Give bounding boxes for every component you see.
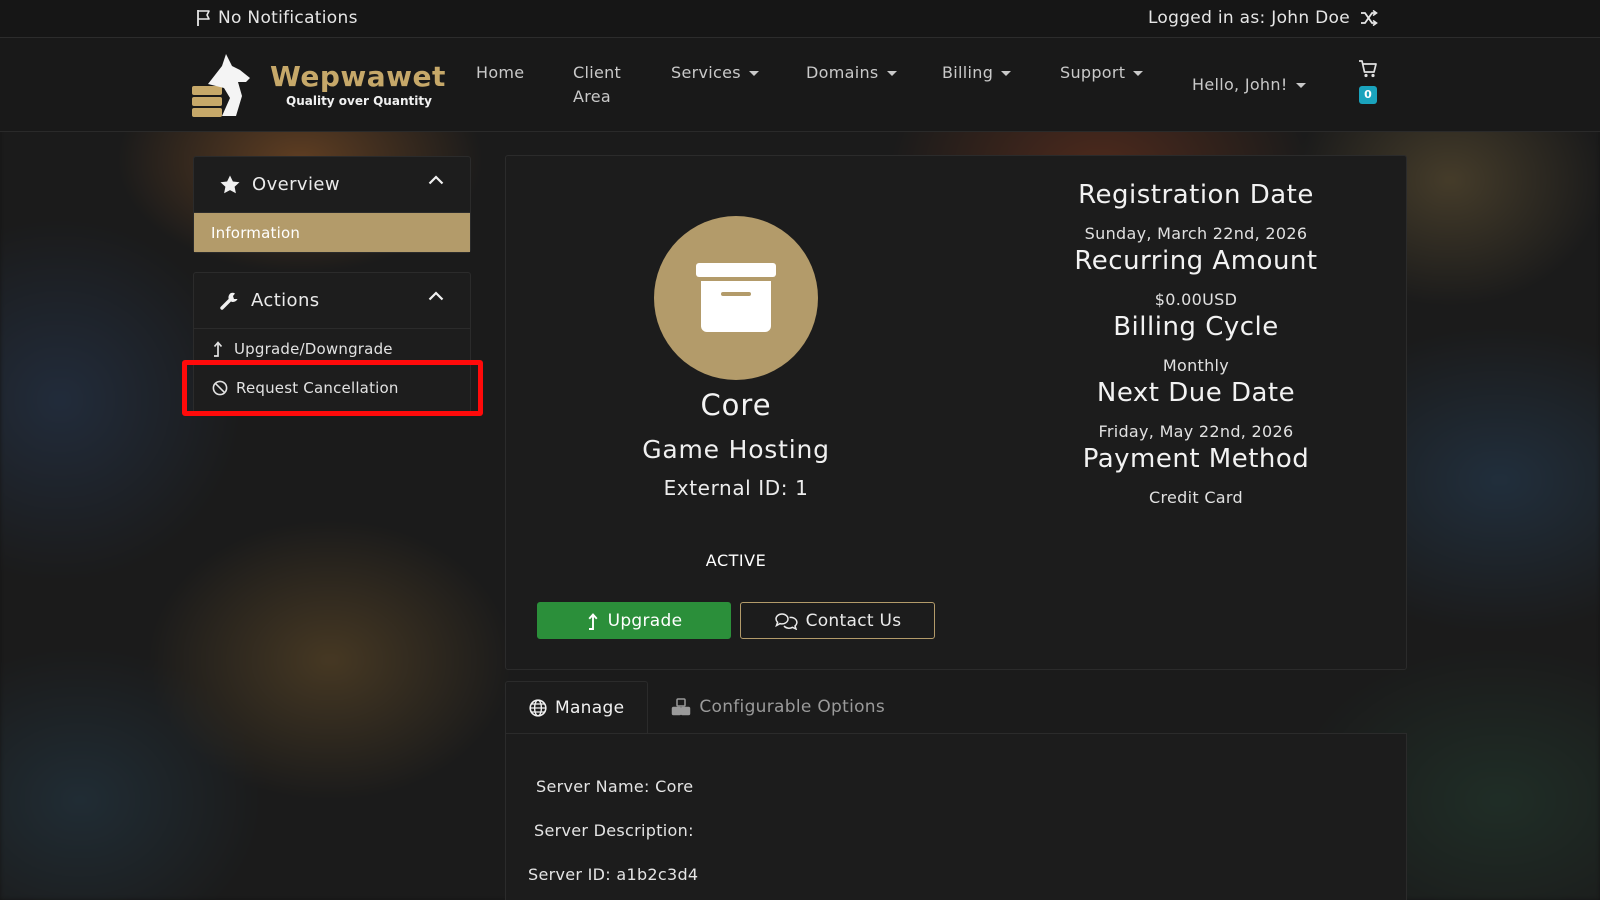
recurring-value: $0.00USD bbox=[1154, 290, 1238, 309]
nav-domains-label: Domains bbox=[806, 63, 879, 82]
nav-user-menu[interactable]: Hello, John! bbox=[1192, 73, 1306, 97]
contact-us-button[interactable]: Contact Us bbox=[740, 602, 935, 639]
nav-user-label: Hello, John! bbox=[1192, 75, 1288, 94]
cart-link[interactable]: 0 bbox=[1358, 60, 1378, 104]
due-title: Next Due Date bbox=[1096, 378, 1296, 408]
flag-icon bbox=[197, 10, 210, 26]
level-up-arrow-icon bbox=[213, 341, 223, 357]
cart-icon bbox=[1359, 60, 1377, 78]
level-up-arrow-icon bbox=[588, 612, 598, 630]
caret-down-icon bbox=[748, 70, 759, 76]
info-recurring-value: $0.00USD bbox=[1026, 290, 1366, 309]
wrench-icon bbox=[220, 292, 238, 310]
actions-title: Actions bbox=[251, 290, 320, 311]
tab-manage[interactable]: Manage bbox=[505, 681, 649, 733]
caret-down-icon bbox=[1295, 82, 1306, 88]
server-name: Server Name: Core bbox=[536, 777, 694, 796]
archive-box-icon bbox=[696, 263, 776, 332]
cycle-value: Monthly bbox=[1162, 356, 1230, 375]
overview-panel-header[interactable]: Overview bbox=[194, 157, 470, 213]
manage-tab-content: Server Name: Core Server Description: Se… bbox=[505, 733, 1407, 900]
nav-billing-label: Billing bbox=[942, 63, 994, 82]
nav-home[interactable]: Home bbox=[476, 61, 524, 85]
logged-in-info: Logged in as: John Doe bbox=[1148, 8, 1378, 28]
notifications-link[interactable]: No Notifications bbox=[196, 8, 358, 28]
cubes-icon bbox=[672, 698, 691, 716]
due-value: Friday, May 22nd, 2026 bbox=[1098, 422, 1294, 441]
registration-title: Registration Date bbox=[1078, 180, 1314, 210]
nav-client-area-label-2: Area bbox=[573, 87, 612, 106]
nav-support[interactable]: Support bbox=[1060, 61, 1144, 85]
top-strip: No Notifications Logged in as: John Doe bbox=[0, 0, 1600, 38]
info-payment-value: Credit Card bbox=[1026, 488, 1366, 507]
upgrade-button[interactable]: Upgrade bbox=[537, 602, 731, 639]
tab-configurable-label: Configurable Options bbox=[699, 697, 886, 717]
nav-support-label: Support bbox=[1060, 63, 1126, 82]
brand-logo-link[interactable]: Wepwawet Quality over Quantity bbox=[192, 52, 446, 118]
product-details-card: Core Game Hosting External ID: 1 ACTIVE … bbox=[505, 155, 1407, 670]
nav-client-area[interactable]: Client Area bbox=[573, 61, 621, 109]
server-id: Server ID: a1b2c3d4 bbox=[528, 865, 699, 884]
wolf-logo-icon bbox=[192, 54, 250, 117]
info-registration: Registration Date bbox=[1026, 180, 1366, 210]
main-navbar: Wepwawet Quality over Quantity Home Clie… bbox=[0, 38, 1600, 132]
logged-in-label: Logged in as: John Doe bbox=[1147, 8, 1350, 28]
shuffle-icon[interactable] bbox=[1360, 10, 1378, 26]
sidebar-item-label: Upgrade/Downgrade bbox=[234, 339, 393, 358]
notifications-label: No Notifications bbox=[218, 8, 358, 28]
brand-name: Wepwawet bbox=[270, 60, 446, 93]
chat-bubbles-icon bbox=[774, 612, 798, 630]
server-description: Server Description: bbox=[534, 821, 694, 840]
payment-title: Payment Method bbox=[1082, 444, 1310, 474]
info-due-value: Friday, May 22nd, 2026 bbox=[1026, 422, 1366, 441]
caret-down-icon bbox=[1001, 70, 1012, 76]
nav-client-area-label-1: Client bbox=[573, 63, 622, 82]
caret-down-icon bbox=[886, 70, 897, 76]
nav-services-label: Services bbox=[671, 63, 741, 82]
product-group: Game Hosting bbox=[642, 435, 830, 464]
info-recurring: Recurring Amount bbox=[1026, 246, 1366, 276]
overview-title: Overview bbox=[252, 174, 340, 195]
product-icon-circle bbox=[654, 216, 818, 380]
cart-count-badge: 0 bbox=[1359, 86, 1377, 104]
info-payment: Payment Method bbox=[1026, 444, 1366, 474]
sidebar-item-information[interactable]: Information bbox=[194, 213, 470, 252]
highlight-box bbox=[182, 360, 483, 416]
product-external-id: External ID: 1 bbox=[663, 476, 809, 500]
payment-value: Credit Card bbox=[1149, 488, 1243, 507]
sidebar-item-label: Information bbox=[211, 223, 301, 242]
tab-manage-label: Manage bbox=[555, 697, 625, 718]
caret-down-icon bbox=[1133, 70, 1144, 76]
nav-domains[interactable]: Domains bbox=[806, 61, 897, 85]
cycle-title: Billing Cycle bbox=[1113, 312, 1279, 342]
chevron-up-icon[interactable] bbox=[428, 175, 444, 185]
nav-services[interactable]: Services bbox=[671, 61, 759, 85]
globe-icon bbox=[529, 698, 547, 717]
upgrade-button-label: Upgrade bbox=[607, 610, 683, 631]
info-due: Next Due Date bbox=[1026, 378, 1366, 408]
nav-billing[interactable]: Billing bbox=[942, 61, 1012, 85]
star-icon bbox=[220, 175, 240, 194]
info-registration-value: Sunday, March 22nd, 2026 bbox=[1026, 224, 1366, 243]
tab-configurable-options[interactable]: Configurable Options bbox=[648, 681, 908, 733]
actions-panel-header[interactable]: Actions bbox=[194, 273, 470, 329]
contact-us-button-label: Contact Us bbox=[805, 610, 902, 631]
info-cycle-value: Monthly bbox=[1026, 356, 1366, 375]
chevron-up-icon[interactable] bbox=[428, 291, 444, 301]
overview-panel: Overview Information bbox=[193, 156, 471, 253]
product-name: Core bbox=[700, 388, 772, 422]
info-cycle: Billing Cycle bbox=[1026, 312, 1366, 342]
brand-tagline: Quality over Quantity bbox=[286, 94, 432, 108]
status-badge: ACTIVE bbox=[705, 551, 767, 570]
registration-value: Sunday, March 22nd, 2026 bbox=[1084, 224, 1308, 243]
nav-home-label: Home bbox=[476, 63, 525, 82]
product-tabs: Manage Configurable Options bbox=[505, 681, 908, 733]
recurring-title: Recurring Amount bbox=[1074, 246, 1318, 276]
